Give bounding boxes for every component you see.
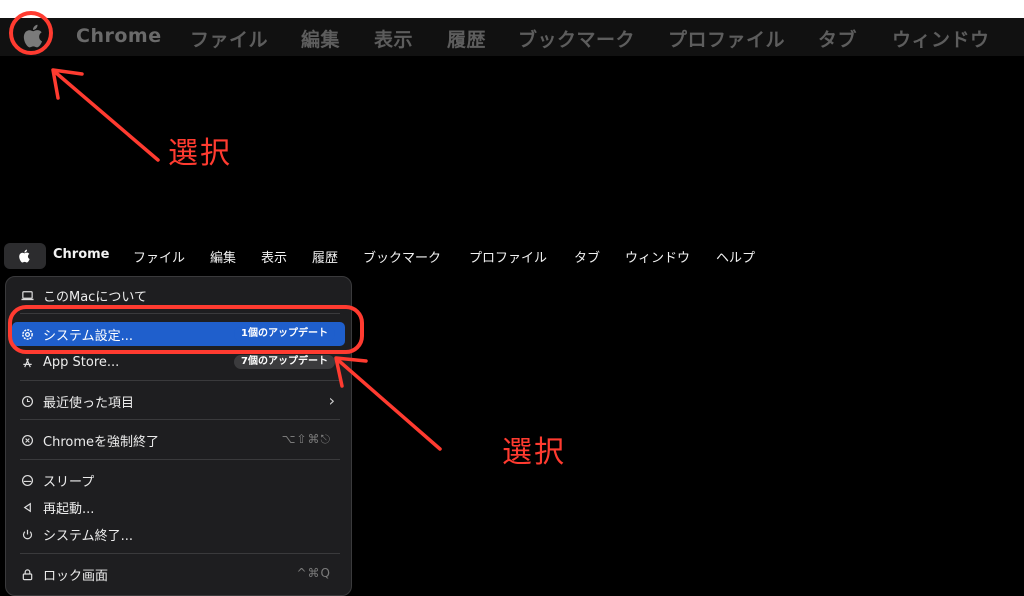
lock-icon	[20, 567, 34, 581]
laptop-icon	[20, 288, 34, 302]
menubar-tab[interactable]: タブ	[574, 247, 600, 266]
menu-item-about-this-mac[interactable]: このMacについて	[12, 283, 345, 307]
gear-icon	[20, 327, 34, 341]
sleep-icon	[20, 473, 34, 487]
menu-item-sleep[interactable]: スリープ	[12, 468, 345, 492]
annotation-arrow-top	[53, 70, 160, 162]
chevron-right-icon: ›	[328, 391, 335, 410]
apple-logo-icon	[19, 249, 30, 263]
menu-item-force-quit[interactable]: Chromeを強制終了 ⌥⇧⌘⎋	[12, 428, 345, 452]
menu-item-label: 最近使った項目	[43, 395, 135, 411]
apple-menu-dropdown: このMacについて システム設定... 1個のアップデート App Store.…	[5, 276, 352, 596]
annotation-label-bottom: 選択	[502, 435, 566, 470]
menubar-zoomed-tab: タブ	[818, 29, 858, 51]
top-white-strip	[0, 0, 1024, 18]
restart-icon	[20, 500, 34, 514]
menu-item-label: このMacについて	[43, 289, 147, 305]
menubar-app-name[interactable]: Chrome	[53, 247, 110, 262]
menubar-window[interactable]: ウィンドウ	[625, 247, 690, 266]
menubar-zoomed-bookmarks: ブックマーク	[518, 29, 636, 51]
menubar-help[interactable]: ヘルプ	[716, 247, 755, 266]
menubar-zoomed-profiles: プロファイル	[668, 29, 786, 51]
menu-separator	[20, 313, 340, 314]
menu-item-app-store[interactable]: App Store... 7個のアップデート	[12, 350, 345, 374]
menubar-file[interactable]: ファイル	[133, 247, 185, 266]
annotation-arrowhead-top	[51, 68, 84, 100]
menu-item-lock-screen[interactable]: ロック画面 ^⌘Q	[12, 562, 345, 586]
menubar-bookmarks[interactable]: ブックマーク	[363, 247, 441, 266]
menu-separator	[20, 419, 340, 420]
annotation-label-top: 選択	[168, 136, 232, 171]
menu-item-shutdown[interactable]: システム終了...	[12, 522, 345, 546]
apple-menu-button[interactable]	[4, 243, 46, 269]
power-icon	[20, 527, 34, 541]
menubar-profiles[interactable]: プロファイル	[469, 247, 547, 266]
menubar-zoomed-window: ウィンドウ	[892, 29, 990, 51]
menu-item-label: スリープ	[43, 474, 95, 490]
apple-logo-icon[interactable]	[20, 22, 48, 50]
menu-separator	[20, 553, 340, 554]
menubar: Chrome ファイル 編集 表示 履歴 ブックマーク プロファイル タブ ウィ…	[0, 243, 1024, 269]
annotation-arrow-bottom	[336, 358, 442, 451]
force-quit-icon	[20, 433, 34, 447]
menubar-zoomed-view: 表示	[374, 29, 414, 51]
menu-separator	[20, 459, 340, 460]
menubar-zoomed-edit: 編集	[301, 29, 341, 51]
update-badge: 7個のアップデート	[234, 355, 335, 369]
menu-item-label: 再起動...	[43, 501, 95, 517]
clock-icon	[20, 394, 34, 408]
menu-item-label: App Store...	[43, 354, 120, 370]
app-store-icon	[20, 355, 34, 369]
update-badge: 1個のアップデート	[234, 327, 335, 341]
menu-item-recent-items[interactable]: 最近使った項目 ›	[12, 389, 345, 413]
menu-item-label: システム設定...	[43, 328, 134, 344]
keyboard-shortcut: ^⌘Q	[296, 566, 331, 580]
keyboard-shortcut: ⌥⇧⌘⎋	[281, 432, 331, 446]
menu-item-label: ロック画面	[43, 568, 109, 584]
menubar-zoomed-file: ファイル	[190, 29, 269, 51]
menu-item-label: Chromeを強制終了	[43, 434, 159, 450]
menu-item-restart[interactable]: 再起動...	[12, 495, 345, 519]
menubar-zoomed: Chrome ファイル 編集 表示 履歴 ブックマーク プロファイル タブ ウィ…	[0, 18, 1024, 56]
menubar-zoomed-history: 履歴	[447, 29, 487, 51]
menu-item-label: システム終了...	[43, 528, 134, 544]
menubar-history[interactable]: 履歴	[312, 247, 338, 266]
menubar-view[interactable]: 表示	[261, 247, 287, 266]
menubar-edit[interactable]: 編集	[210, 247, 236, 266]
menubar-zoomed-app-name: Chrome	[76, 25, 162, 47]
menu-item-system-settings[interactable]: システム設定... 1個のアップデート	[12, 322, 345, 346]
menu-separator	[20, 380, 340, 381]
